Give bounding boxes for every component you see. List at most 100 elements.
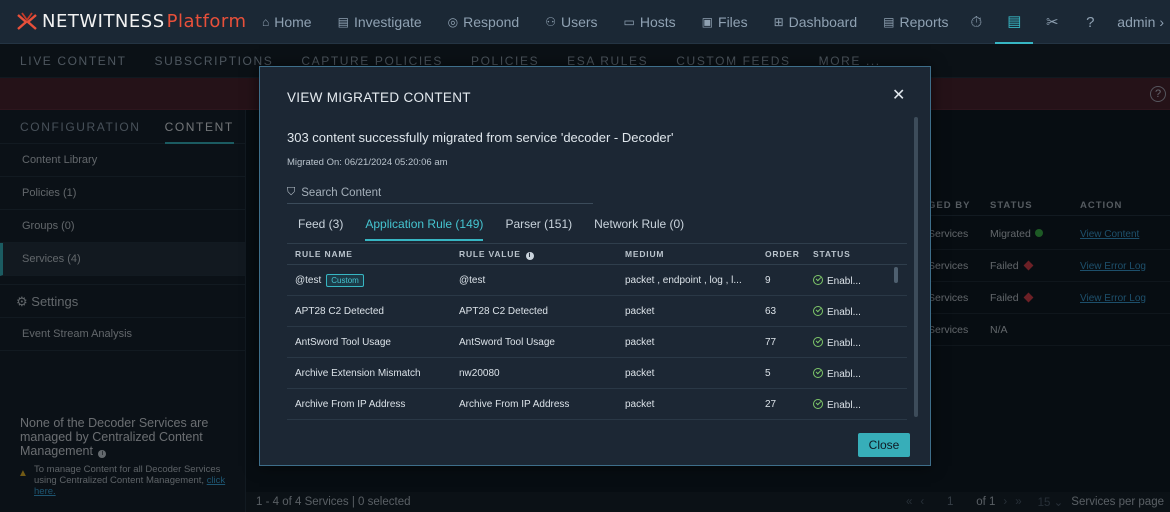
modal-title: VIEW MIGRATED CONTENT: [287, 90, 471, 105]
nav-investigate-label: Investigate: [353, 13, 422, 30]
check-circle-icon: [813, 305, 823, 316]
search-content-input[interactable]: [301, 186, 582, 199]
check-circle-icon: [813, 398, 823, 409]
users-icon: ⚇: [545, 14, 556, 29]
rule-value-cell: @test: [459, 274, 486, 286]
medium-cell: packet: [625, 398, 655, 410]
netwitness-logo-icon: [17, 11, 37, 30]
status-cell: Enabl...: [807, 367, 897, 380]
status-cell: Enabl...: [807, 398, 897, 411]
tab-application-rule[interactable]: Application Rule (149): [365, 217, 484, 241]
rule-name-cell: @test Custom: [287, 273, 453, 287]
rule-name: @test: [295, 274, 322, 286]
reports-icon: ▤: [883, 14, 895, 29]
rules-table: RULE NAME RULE VALUE i MEDIUM ORDER STAT…: [287, 243, 907, 420]
medium-cell: packet , endpoint , log , l...: [625, 274, 742, 286]
migration-success-message: 303 content successfully migrated from s…: [287, 130, 674, 145]
tools-icon[interactable]: ✂: [1033, 0, 1071, 44]
tab-network-rule[interactable]: Network Rule (0): [594, 217, 684, 241]
rule-name-cell: AntSword Tool Usage: [295, 336, 391, 348]
modal-scrollbar[interactable]: [914, 117, 918, 417]
nav-respond-label: Respond: [463, 13, 520, 30]
table-row[interactable]: APT28 C2 Detected APT28 C2 Detected pack…: [287, 296, 907, 327]
col-rule-name[interactable]: RULE NAME: [287, 249, 453, 259]
status-text: Enabl...: [827, 306, 861, 318]
order-cell: 77: [765, 336, 777, 348]
timer-icon[interactable]: ⏱: [957, 0, 995, 44]
tab-feed[interactable]: Feed (3): [298, 217, 343, 241]
table-row[interactable]: Archive Extension Mismatch nw20080 packe…: [287, 358, 907, 389]
user-menu-chevron-icon: ›: [1159, 14, 1164, 30]
rules-table-header: RULE NAME RULE VALUE i MEDIUM ORDER STAT…: [287, 243, 907, 265]
nav-respond[interactable]: ◎ Respond: [448, 14, 520, 30]
rule-value-cell: APT28 C2 Detected: [459, 305, 548, 317]
tab-parser[interactable]: Parser (151): [505, 217, 572, 241]
rule-value-cell: nw20080: [459, 367, 500, 379]
investigate-icon: ▤: [337, 14, 349, 29]
content-type-tabs: Feed (3) Application Rule (149) Parser (…: [298, 217, 706, 241]
nav-hosts-label: Hosts: [639, 13, 676, 30]
table-scrollbar[interactable]: [894, 267, 898, 283]
user-menu[interactable]: admin ›: [1109, 14, 1170, 30]
rule-value-cell: Archive From IP Address: [459, 398, 570, 410]
status-text: Enabl...: [827, 275, 861, 287]
nav-users-label: Users: [560, 13, 598, 30]
order-cell: 5: [765, 367, 771, 379]
nav-investigate[interactable]: ▤ Investigate: [338, 14, 422, 30]
nav-dashboard[interactable]: ⊞ Dashboard: [774, 14, 858, 30]
close-icon[interactable]: ✕: [892, 88, 906, 104]
user-name: admin: [1117, 14, 1156, 30]
check-circle-icon: [813, 336, 823, 347]
col-status[interactable]: STATUS: [807, 249, 897, 259]
status-text: Enabl...: [827, 399, 861, 411]
main-nav: ⌂ Home ▤ Investigate ◎ Respond ⚇ Users ▭ Host…: [262, 0, 975, 44]
col-rule-value[interactable]: RULE VALUE i: [453, 249, 619, 260]
medium-cell: packet: [625, 305, 655, 317]
nav-files[interactable]: ▣ Files: [702, 14, 748, 30]
col-order[interactable]: ORDER: [757, 249, 807, 259]
rule-value-cell: AntSword Tool Usage: [459, 336, 555, 348]
status-cell: Enabl...: [807, 274, 897, 287]
nav-home[interactable]: ⌂ Home: [262, 14, 312, 30]
files-icon: ▣: [701, 14, 714, 29]
order-cell: 63: [765, 305, 777, 317]
brand-name: NETWITNESS: [42, 11, 165, 32]
status-cell: Enabl...: [807, 305, 897, 318]
brand-product: Platform: [166, 11, 247, 32]
info-icon: i: [525, 251, 534, 260]
status-text: Enabl...: [827, 337, 861, 349]
col-medium[interactable]: MEDIUM: [619, 249, 757, 259]
order-cell: 9: [765, 274, 771, 286]
migrated-on-date: Migrated On: 06/21/2024 05:20:06 am: [287, 157, 448, 168]
table-row[interactable]: AntSword Tool Usage AntSword Tool Usage …: [287, 327, 907, 358]
medium-cell: packet: [625, 367, 655, 379]
status-cell: Enabl...: [807, 336, 897, 349]
nav-files-label: Files: [718, 13, 748, 30]
medium-cell: packet: [625, 336, 655, 348]
nav-dashboard-label: Dashboard: [788, 13, 858, 30]
table-row[interactable]: @test Custom @test packet , endpoint , lo…: [287, 265, 907, 296]
rule-name-cell: Archive From IP Address: [295, 398, 406, 410]
help-icon[interactable]: ?: [1071, 0, 1109, 44]
view-migrated-content-modal: VIEW MIGRATED CONTENT ✕ 303 content succ…: [259, 66, 931, 466]
check-circle-icon: [813, 367, 823, 378]
status-text: Enabl...: [827, 368, 861, 380]
nav-reports[interactable]: ▤ Reports: [883, 14, 948, 30]
netwitness-logo[interactable]: NETWITNESS Platform: [0, 11, 262, 33]
check-circle-icon: [813, 274, 823, 285]
nav-reports-label: Reports: [899, 13, 949, 30]
order-cell: 27: [765, 398, 777, 410]
rule-name-cell: Archive Extension Mismatch: [295, 367, 421, 379]
top-navigation-bar: NETWITNESS Platform ⌂ Home ▤ Investigate ◎ R…: [0, 0, 1170, 44]
home-icon: ⌂: [262, 14, 270, 29]
col-rule-value-label: RULE VALUE: [459, 248, 521, 259]
nav-home-label: Home: [274, 13, 312, 30]
close-button[interactable]: Close: [858, 433, 910, 457]
search-content-field: ⛉: [287, 182, 593, 204]
nav-hosts[interactable]: ▭ Hosts: [624, 14, 676, 30]
table-row[interactable]: Archive From IP Address Archive From IP …: [287, 389, 907, 420]
custom-badge: Custom: [326, 273, 364, 287]
admin-console-icon[interactable]: ▤: [995, 0, 1034, 44]
dashboard-icon: ⊞: [773, 14, 784, 29]
nav-users[interactable]: ⚇ Users: [545, 14, 597, 30]
